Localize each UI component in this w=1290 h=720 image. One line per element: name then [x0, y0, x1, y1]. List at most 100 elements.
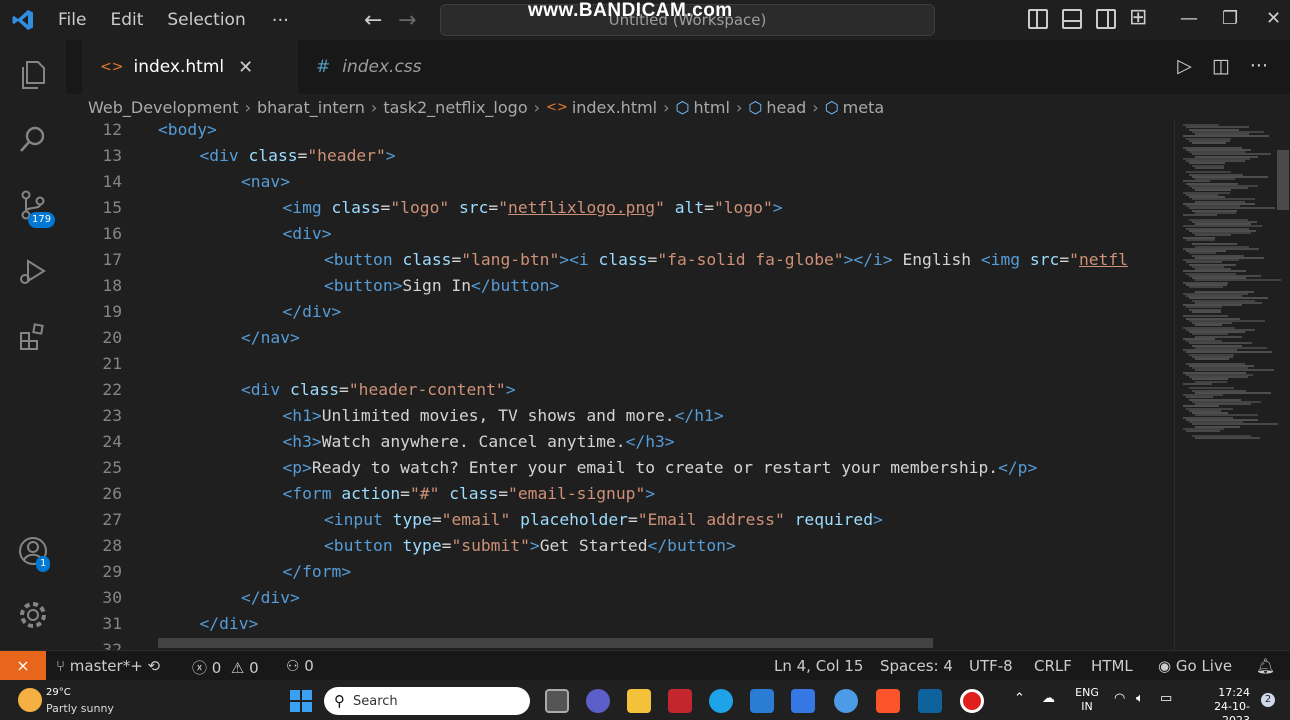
encoding[interactable]: UTF-8	[969, 657, 1013, 675]
bandicam-record-icon[interactable]	[960, 689, 984, 713]
breadcrumb-symbol[interactable]: html	[694, 98, 730, 117]
weather-sun-icon[interactable]	[18, 688, 42, 712]
minimap[interactable]	[1174, 120, 1290, 650]
search-icon[interactable]	[14, 120, 52, 158]
minimap-scrollbar[interactable]	[1277, 150, 1289, 210]
problems-status[interactable]: ⓧ 0 ⚠ 0	[192, 657, 259, 678]
minimize-icon[interactable]: —	[1180, 8, 1198, 29]
microsoft-store-icon[interactable]	[750, 689, 774, 713]
remote-indicator-icon[interactable]: ⨯	[0, 650, 46, 681]
code-line[interactable]: 26 <form action="#" class="email-signup">	[66, 481, 1174, 507]
breadcrumb-symbol[interactable]: meta	[843, 98, 885, 117]
breadcrumb-folder[interactable]: task2_netflix_logo	[383, 98, 527, 117]
menu-selection[interactable]: Selection	[155, 0, 257, 40]
vscode-taskbar-icon[interactable]	[918, 689, 942, 713]
breadcrumb-symbol[interactable]: head	[766, 98, 806, 117]
windows-start-icon[interactable]	[290, 690, 312, 712]
extensions-icon[interactable]	[14, 318, 52, 356]
code-line[interactable]: 30 </div>	[66, 585, 1174, 611]
breadcrumb-file[interactable]: index.html	[572, 98, 657, 117]
breadcrumb-folder[interactable]: Web_Development	[88, 98, 239, 117]
code-line[interactable]: 20 </nav>	[66, 325, 1174, 351]
settings-gear-icon[interactable]	[14, 596, 52, 634]
ports-status[interactable]: ⚇ 0	[286, 657, 314, 675]
code-line[interactable]: 12 <body>	[66, 120, 1174, 143]
minimap-line	[1195, 166, 1224, 169]
weather-temperature[interactable]: 29°C	[46, 687, 71, 698]
cursor-position[interactable]: Ln 4, Col 15	[774, 657, 863, 675]
edge-browser-icon[interactable]	[709, 689, 733, 713]
back-arrow-icon[interactable]: ←	[364, 8, 382, 33]
taskbar-search-input[interactable]: ⚲ Search	[324, 687, 530, 715]
toggle-sidebar-icon[interactable]	[1028, 9, 1048, 29]
volume-icon[interactable]: 🔈︎	[1136, 692, 1144, 706]
brave-browser-icon[interactable]	[876, 689, 900, 713]
go-live-button[interactable]: ◉ Go Live	[1158, 657, 1232, 675]
code-line[interactable]: 18 <button>Sign In</button>	[66, 273, 1174, 299]
file-explorer-icon[interactable]	[627, 689, 651, 713]
code-line[interactable]: 13 <div class="header">	[66, 143, 1174, 169]
tray-network-app-icon[interactable]: ☁︎	[1042, 692, 1055, 706]
code-line[interactable]: 22 <div class="header-content">	[66, 377, 1174, 403]
code-line[interactable]: 14 <nav>	[66, 169, 1174, 195]
notification-badge[interactable]: 2	[1261, 693, 1275, 707]
customize-layout-icon[interactable]	[1129, 5, 1150, 30]
language-mode[interactable]: HTML	[1091, 657, 1133, 675]
code-line[interactable]: 29 </form>	[66, 559, 1174, 585]
tab-index-css[interactable]: # index.css	[298, 40, 458, 94]
minimap-line	[1183, 382, 1212, 385]
close-window-icon[interactable]: ✕	[1266, 8, 1281, 29]
battery-icon[interactable]: ▭	[1160, 692, 1172, 706]
code-line[interactable]: 19 </div>	[66, 299, 1174, 325]
code-line[interactable]: 23 <h1>Unlimited movies, TV shows and mor…	[66, 403, 1174, 429]
branch-status[interactable]: ⑂ master*+ ⟲	[56, 657, 160, 675]
menu-file[interactable]: File	[46, 0, 98, 40]
forward-arrow-icon[interactable]: →	[398, 8, 416, 33]
code-editor[interactable]: 12 <body> 13 <div class="header"> 14 <nav> 15 <…	[66, 120, 1174, 650]
end-of-line[interactable]: CRLF	[1034, 657, 1072, 675]
close-tab-icon[interactable]: ✕	[238, 57, 253, 78]
wifi-icon[interactable]: ◠	[1114, 692, 1125, 706]
toggle-panel-icon[interactable]	[1062, 9, 1082, 29]
code-line[interactable]: 21	[66, 351, 1174, 377]
code-line[interactable]: 25 <p>Ready to watch? Enter your email to…	[66, 455, 1174, 481]
code-line[interactable]: 15 <img class="logo" src="netflixlogo.png…	[66, 195, 1174, 221]
line-number: 25	[102, 458, 122, 477]
notifications-bell-icon[interactable]: 🔔︎	[1256, 657, 1275, 675]
task-view-icon[interactable]	[545, 689, 569, 713]
code-line[interactable]: 24 <h3>Watch anywhere. Cancel anytime.</h…	[66, 429, 1174, 455]
teams-chat-icon[interactable]	[586, 689, 610, 713]
tab-index-html[interactable]: <> index.html ✕	[82, 40, 298, 94]
restore-icon[interactable]: ❐	[1222, 8, 1238, 29]
tray-chevron-icon[interactable]: ⌃	[1014, 692, 1025, 706]
code-line[interactable]: 32	[66, 637, 1174, 650]
run-debug-icon[interactable]	[14, 252, 52, 290]
office-app-icon[interactable]	[791, 689, 815, 713]
run-icon[interactable]: ▷	[1177, 55, 1192, 77]
toggle-secondary-sidebar-icon[interactable]	[1096, 9, 1116, 29]
line-number: 14	[102, 172, 122, 191]
code-line[interactable]: 17 <button class="lang-btn"><i class="fa-…	[66, 247, 1174, 273]
mcafee-icon[interactable]	[668, 689, 692, 713]
code-line[interactable]: 28 <button type="submit">Get Started</but…	[66, 533, 1174, 559]
menu-edit[interactable]: Edit	[98, 0, 155, 40]
indentation[interactable]: Spaces: 4	[880, 657, 953, 675]
split-editor-icon[interactable]: ◫	[1212, 55, 1230, 77]
more-actions-icon[interactable]: ···	[1250, 55, 1268, 77]
error-count: 0	[211, 659, 222, 677]
code-line[interactable]: 27 <input type="email" placeholder="Email…	[66, 507, 1174, 533]
activity-bar: 179 1	[0, 40, 66, 650]
input-language[interactable]: ENG IN	[1074, 686, 1100, 714]
menu-more-icon[interactable]: ···	[258, 10, 303, 31]
breadcrumb-folder[interactable]: bharat_intern	[257, 98, 365, 117]
html-file-icon: <>	[100, 59, 124, 75]
code-line[interactable]: 16 <div>	[66, 221, 1174, 247]
taskbar-clock[interactable]: 17:24 24-10-2023	[1190, 686, 1250, 720]
weather-description[interactable]: Partly sunny	[46, 702, 114, 715]
python-idle-icon[interactable]	[834, 689, 858, 713]
code-line[interactable]: 31 </div>	[66, 611, 1174, 637]
explorer-icon[interactable]	[14, 56, 52, 94]
